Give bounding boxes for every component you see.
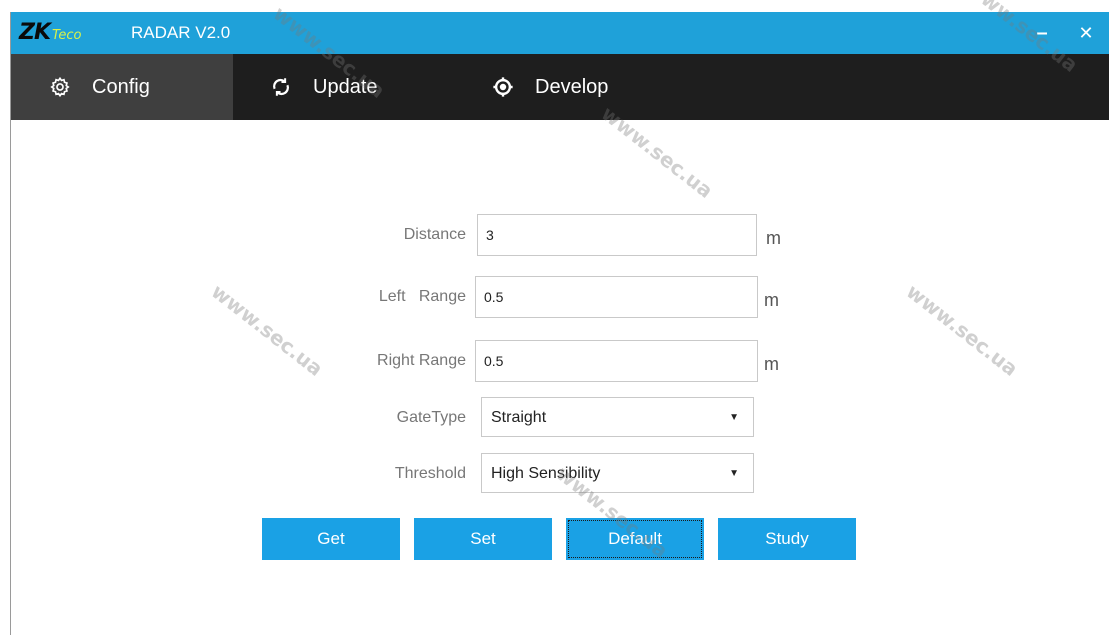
right-range-row: Right Range m	[11, 340, 1109, 382]
set-button[interactable]: Set	[414, 518, 552, 560]
left-range-label: Left Range	[378, 288, 466, 305]
gate-type-value: Straight	[491, 409, 547, 426]
app-window: ZK Teco RADAR V2.0 – ✕ Config Update Dev…	[10, 12, 1109, 635]
threshold-value: High Sensibility	[491, 465, 601, 482]
gate-type-select[interactable]: Straight ▼	[481, 397, 754, 437]
distance-label: Distance	[403, 226, 466, 243]
tab-develop-label: Develop	[535, 75, 609, 98]
distance-row: Distance m	[11, 214, 1109, 256]
threshold-label: Threshold	[394, 465, 466, 482]
gate-type-label: GateType	[396, 409, 466, 426]
threshold-select[interactable]: High Sensibility ▼	[481, 453, 754, 493]
gear-icon	[48, 75, 72, 99]
close-button[interactable]: ✕	[1071, 18, 1101, 48]
main-nav: Config Update Develop	[11, 54, 1109, 120]
threshold-row: Threshold High Sensibility ▼	[11, 453, 1109, 495]
left-range-row: Left Range m	[11, 276, 1109, 318]
app-title: RADAR V2.0	[131, 23, 231, 42]
gate-type-row: GateType Straight ▼	[11, 397, 1109, 439]
default-button[interactable]: Default	[566, 518, 704, 560]
distance-unit: m	[766, 228, 781, 248]
tab-config[interactable]: Config	[11, 54, 233, 120]
title-bar: ZK Teco RADAR V2.0 – ✕	[11, 12, 1109, 54]
zkteco-logo: ZK Teco	[19, 20, 81, 46]
logo-teco-text: Teco	[52, 28, 82, 43]
develop-icon	[491, 75, 515, 99]
tab-develop[interactable]: Develop	[491, 54, 711, 120]
tab-update-label: Update	[313, 75, 378, 98]
refresh-icon	[269, 75, 293, 99]
distance-input[interactable]	[477, 214, 757, 256]
chevron-down-icon: ▼	[729, 412, 739, 423]
chevron-down-icon: ▼	[729, 468, 739, 479]
left-range-input[interactable]	[475, 276, 758, 318]
get-button[interactable]: Get	[262, 518, 400, 560]
right-range-unit: m	[764, 354, 779, 374]
logo-zk-text: ZK	[19, 20, 51, 45]
tab-update[interactable]: Update	[269, 54, 469, 120]
tab-config-label: Config	[92, 75, 150, 98]
right-range-label: Right Range	[377, 352, 466, 369]
right-range-input[interactable]	[475, 340, 758, 382]
minimize-button[interactable]: –	[1027, 18, 1057, 48]
study-button[interactable]: Study	[718, 518, 856, 560]
left-range-unit: m	[764, 290, 779, 310]
